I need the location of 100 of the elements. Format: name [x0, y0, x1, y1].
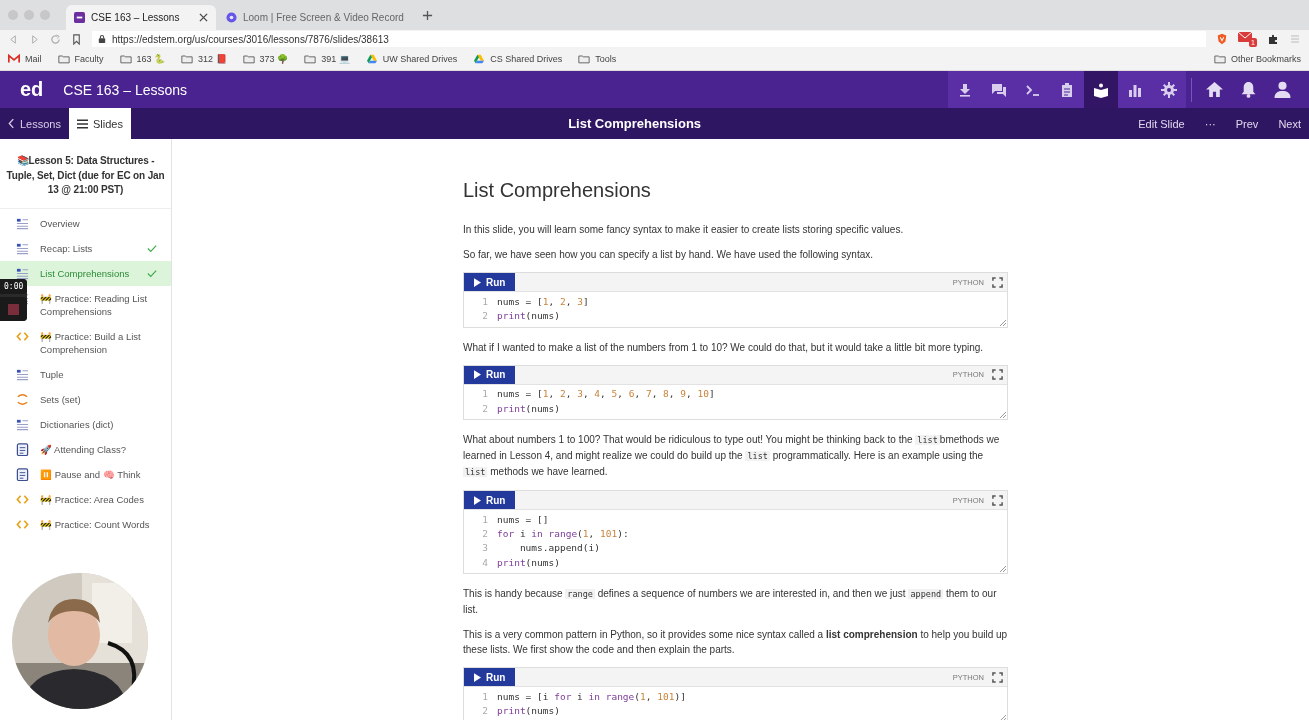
paragraph: What if I wanted to make a list of the numbers from 1 to 10? We could do that, but it would take a little bit more typing. [463, 340, 985, 355]
lesson-item[interactable]: 🚧 Practice: Count Words [0, 511, 171, 537]
resize-grip-icon[interactable] [1000, 714, 1006, 720]
resize-grip-icon[interactable] [1000, 566, 1006, 573]
line-number: 4 [481, 556, 489, 568]
lesson-item[interactable]: Tuple [0, 361, 171, 387]
code-line: nums = [i for i in range(1, 101)] [497, 691, 686, 702]
line-number: 3 [481, 542, 489, 554]
line-number: 1 [481, 295, 489, 307]
course-title: CSE 163 – Lessons [63, 81, 188, 98]
line-number: 1 [481, 691, 489, 702]
folder-icon [304, 54, 317, 64]
puzzle-icon[interactable] [1267, 33, 1279, 45]
folder-icon [578, 54, 591, 64]
code-line: print(nums) [497, 556, 560, 568]
resize-grip-icon[interactable] [1000, 412, 1006, 419]
line-number: 2 [481, 402, 489, 414]
starburst-icon [226, 12, 237, 23]
code-line: nums = [1, 2, 3] [497, 295, 589, 307]
mail-icon [8, 54, 20, 64]
resize-grip-icon[interactable] [1000, 319, 1006, 326]
browser-tab[interactable]: CSE 163 – Lessons [66, 5, 216, 30]
fullscreen-icon[interactable] [992, 276, 1003, 288]
lesson-item[interactable]: 🚧 Practice: Build a List Comprehension [0, 323, 171, 362]
bookmark-item[interactable]: Mail [8, 54, 42, 64]
bookmark-item[interactable]: Tools [578, 54, 617, 64]
lesson-item[interactable]: Overview [0, 210, 171, 236]
lesson-title: 📚Lesson 5: Data Structures - Tuple, Set, Dict (due for EC on Jan 13 @ 21:00 PST) [0, 139, 171, 209]
clipboard-icon [16, 467, 29, 481]
bookmark-item[interactable]: 312 📕 [181, 54, 227, 64]
line-number: 1 [481, 388, 489, 400]
url-field[interactable]: https://edstem.org/us/courses/3016/lessons/7876/slides/38613 [92, 31, 1206, 47]
play-icon [474, 277, 481, 287]
code-line: nums = [] [497, 513, 549, 525]
code-line: print(nums) [497, 705, 560, 717]
folder-icon [181, 54, 194, 64]
line-number: 2 [481, 528, 489, 540]
clipboard-icon [16, 442, 29, 456]
recording-timer: 0:00 [0, 279, 28, 294]
play-icon [474, 495, 481, 505]
paragraph: So far, we have seen how you can specify a list by hand. We have used the following syntax. [463, 248, 875, 262]
run-button[interactable]: Run [464, 365, 516, 384]
play-icon [474, 672, 481, 682]
fullscreen-icon[interactable] [992, 369, 1003, 381]
folder-icon [242, 54, 255, 64]
run-button[interactable]: Run [464, 273, 516, 291]
folder-icon [1213, 54, 1226, 64]
paragraph: In this slide, you will learn some fancy syntax to make it easier to create lists storing specific values. [463, 223, 905, 237]
paragraph: This is handy because range defines a sequence of numbers we are interested in, and then we just append them to our list. [463, 587, 998, 618]
page-heading: List Comprehensions [463, 179, 652, 202]
close-icon[interactable] [199, 13, 208, 22]
lesson-item[interactable]: Sets (set) [0, 386, 171, 412]
lesson-item[interactable]: 🚀 Attending Class? [0, 436, 171, 462]
folder-icon [119, 54, 132, 64]
triangle-logo-icon [473, 54, 486, 64]
nav-tab[interactable]: Slides [69, 108, 131, 139]
toolbar-action[interactable]: ··· [1204, 117, 1216, 130]
lesson-item[interactable]: Dictionaries (dict) [0, 411, 171, 437]
chevron-left-icon [8, 118, 15, 129]
lesson-item[interactable]: 🚧 Practice: Area Codes [0, 486, 171, 512]
code-line: nums.append(i) [518, 542, 600, 554]
bookmark-item[interactable]: UW Shared Drives [365, 54, 458, 64]
bookmark-item[interactable]: Faculty [57, 54, 104, 64]
bookmark-item[interactable]: 391 💻 [304, 54, 350, 64]
code-line: print(nums) [497, 402, 560, 414]
nav-tab[interactable]: Lessons [0, 108, 69, 139]
bookmark-item[interactable]: 373 🌳 [242, 54, 289, 64]
curves-icon [16, 392, 29, 406]
paragraph: What about numbers 1 to 100? That would be ridiculous to type out! You might be thinking back to the list bmethods we learned in Lesson 4, and might realize we could do build up the list programmatically. Here is an example using the list methods we have learned. [463, 433, 1001, 480]
slide-title: List Comprehensions [567, 116, 703, 131]
ed-favicon-icon [74, 12, 85, 23]
line-number: 2 [481, 309, 489, 321]
list-icon [77, 118, 88, 129]
code-line: print(nums) [497, 309, 560, 321]
triangle-logo-icon [365, 54, 378, 64]
browser-tab[interactable]: Loom | Free Screen & Video Record [218, 5, 412, 30]
ed-logo[interactable]: ed [20, 78, 44, 101]
lesson-item[interactable]: Recap: Lists [0, 235, 171, 261]
line-number: 2 [481, 705, 489, 717]
toolbar-action[interactable]: Edit Slide [1138, 117, 1185, 130]
fullscreen-icon[interactable] [992, 671, 1003, 683]
lesson-item[interactable]: ⏸ Pause and 🧠 Think [0, 461, 171, 487]
toolbar-action[interactable]: Next [1278, 117, 1301, 130]
shield-icon[interactable] [1216, 33, 1228, 45]
bookmark-item[interactable]: 163 🐍 [119, 54, 166, 64]
code-line: for i in range(1, 101): [497, 528, 629, 540]
fullscreen-icon[interactable] [992, 494, 1003, 506]
folder-icon [57, 54, 70, 64]
lock-icon [98, 34, 106, 44]
bookmark-item[interactable]: Other Bookmarks [1213, 54, 1301, 64]
bookmark-icon[interactable] [71, 33, 82, 45]
code-line: nums = [1, 2, 3, 4, 5, 6, 7, 8, 9, 10] [497, 388, 715, 400]
bookmark-item[interactable]: CS Shared Drives [473, 54, 563, 64]
toolbar-action[interactable]: Prev [1235, 117, 1259, 130]
new-tab-icon[interactable] [421, 9, 433, 21]
run-button[interactable]: Run [464, 491, 516, 510]
run-button[interactable]: Run [464, 668, 516, 687]
line-number: 1 [481, 513, 489, 525]
paragraph: This is a very common pattern in Python, so it provides some nice syntax called a list comprehension to help you build up these lists. We first show the code and then explain the parts. [463, 628, 1008, 658]
book-icon[interactable] [1084, 71, 1118, 108]
